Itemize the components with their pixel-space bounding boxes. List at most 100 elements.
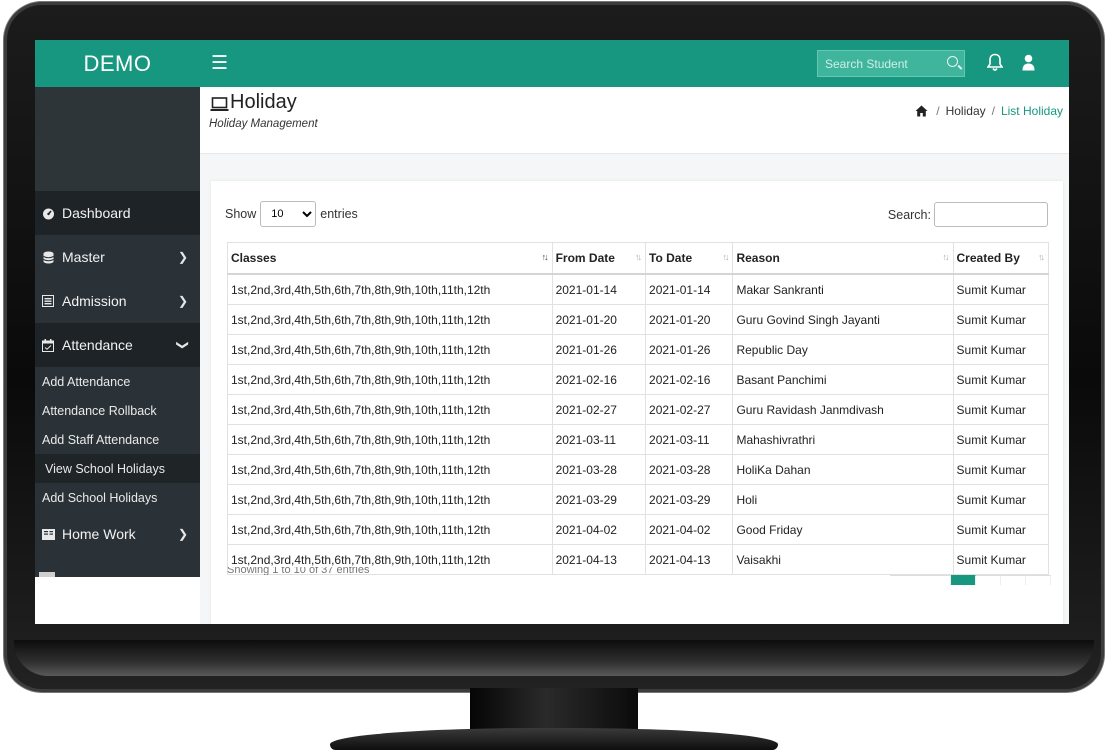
chevron-right-icon: ❯ bbox=[177, 294, 188, 308]
breadcrumb-separator: / bbox=[991, 104, 995, 118]
chevron-right-icon: ❯ bbox=[177, 527, 188, 541]
pagination-next[interactable] bbox=[1026, 575, 1051, 585]
student-search-input[interactable] bbox=[818, 51, 943, 76]
submenu-view-school-holidays[interactable]: View School Holidays bbox=[35, 454, 200, 483]
table-header-row: Classes ↑↓ From Date ↑↓ To Date ↑↓ Reason ↑↓… bbox=[227, 242, 1050, 275]
submenu-add-attendance[interactable]: Add Attendance bbox=[35, 367, 200, 396]
laptop-icon bbox=[210, 95, 229, 111]
cell-to-date: 2021-01-26 bbox=[645, 334, 734, 365]
page-header: Holiday Holiday Management / Holiday / L… bbox=[200, 87, 1069, 154]
cell-created-by: Sumit Kumar bbox=[952, 454, 1050, 485]
book-icon bbox=[41, 527, 55, 541]
column-header-label: From Date bbox=[555, 251, 615, 265]
sort-icon: ↑↓ bbox=[541, 252, 549, 262]
cell-from-date: 2021-02-16 bbox=[551, 364, 647, 395]
home-icon[interactable] bbox=[915, 105, 928, 117]
cell-reason: Holi bbox=[732, 484, 954, 515]
search-icon[interactable] bbox=[947, 56, 958, 67]
cell-created-by: Sumit Kumar bbox=[952, 424, 1050, 455]
cell-reason: Republic Day bbox=[732, 334, 954, 365]
cell-from-date: 2021-02-27 bbox=[551, 394, 647, 425]
page-subtitle: Holiday Management bbox=[209, 118, 318, 130]
column-header-to-date[interactable]: To Date ↑↓ bbox=[645, 242, 734, 275]
cell-to-date: 2021-02-27 bbox=[645, 394, 734, 425]
cell-created-by: Sumit Kumar bbox=[952, 364, 1050, 395]
sidebar-next-item-clipped bbox=[39, 572, 55, 577]
column-header-from-date[interactable]: From Date ↑↓ bbox=[551, 242, 647, 275]
submenu-add-staff-attendance[interactable]: Add Staff Attendance bbox=[35, 425, 200, 454]
cell-reason: HoliKa Dahan bbox=[732, 454, 954, 485]
table-search-input[interactable] bbox=[934, 202, 1048, 227]
cell-created-by: Sumit Kumar bbox=[952, 304, 1050, 335]
sidebar-item-label: Master bbox=[62, 249, 105, 265]
cell-from-date: 2021-04-02 bbox=[551, 514, 647, 545]
breadcrumb-list-holiday: List Holiday bbox=[1000, 104, 1063, 118]
table-row: 1st,2nd,3rd,4th,5th,6th,7th,8th,9th,10th… bbox=[227, 424, 1050, 455]
submenu-add-school-holidays[interactable]: Add School Holidays bbox=[35, 483, 200, 512]
sidebar-item-attendance[interactable]: Attendance ❯ bbox=[35, 323, 200, 367]
breadcrumb: / Holiday / List Holiday bbox=[915, 104, 1063, 118]
pagination-previous[interactable] bbox=[890, 575, 951, 585]
cell-to-date: 2021-03-11 bbox=[645, 424, 734, 455]
search-label: Search: bbox=[887, 207, 931, 222]
form-icon bbox=[41, 294, 55, 308]
sidebar-item-master[interactable]: Master ❯ bbox=[35, 235, 200, 279]
cell-reason: Mahashivrathri bbox=[732, 424, 954, 455]
sidebar-item-dashboard[interactable]: Dashboard bbox=[35, 191, 200, 235]
cell-classes: 1st,2nd,3rd,4th,5th,6th,7th,8th,9th,10th… bbox=[227, 273, 553, 305]
column-header-created-by[interactable]: Created By ↑↓ bbox=[952, 242, 1050, 275]
cell-from-date: 2021-03-11 bbox=[551, 424, 647, 455]
monitor-stand-base bbox=[330, 728, 778, 750]
cell-from-date: 2021-01-14 bbox=[551, 273, 647, 305]
calendar-icon bbox=[41, 338, 55, 352]
sidebar-item-label: Admission bbox=[62, 293, 127, 309]
page-title-text: Holiday bbox=[230, 91, 297, 113]
column-header-label: Classes bbox=[231, 251, 277, 265]
table-info: Showing 1 to 10 of 37 entries bbox=[227, 567, 370, 575]
hamburger-icon[interactable]: ☰ bbox=[211, 52, 228, 75]
topbar: ☰ bbox=[200, 40, 1069, 87]
sidebar-item-admission[interactable]: Admission ❯ bbox=[35, 279, 200, 323]
cell-reason: Vaisakhi bbox=[732, 544, 954, 575]
sidebar-item-home-work[interactable]: Home Work ❯ bbox=[35, 512, 200, 556]
cell-classes: 1st,2nd,3rd,4th,5th,6th,7th,8th,9th,10th… bbox=[227, 514, 553, 545]
cell-reason: Good Friday bbox=[732, 514, 954, 545]
database-icon bbox=[41, 250, 55, 264]
monitor-chin bbox=[14, 640, 1094, 676]
cell-from-date: 2021-03-28 bbox=[551, 454, 647, 485]
table-row: 1st,2nd,3rd,4th,5th,6th,7th,8th,9th,10th… bbox=[227, 364, 1050, 395]
entries-select[interactable]: 10 bbox=[260, 201, 317, 227]
dashboard-icon bbox=[41, 206, 55, 220]
cell-classes: 1st,2nd,3rd,4th,5th,6th,7th,8th,9th,10th… bbox=[227, 454, 553, 485]
column-header-classes[interactable]: Classes ↑↓ bbox=[227, 242, 553, 275]
breadcrumb-holiday[interactable]: Holiday bbox=[946, 104, 986, 118]
monitor-stand-neck bbox=[470, 688, 638, 732]
table-row: 1st,2nd,3rd,4th,5th,6th,7th,8th,9th,10th… bbox=[227, 273, 1050, 305]
brand-logo[interactable]: DEMO bbox=[35, 40, 200, 87]
cell-from-date: 2021-04-13 bbox=[551, 544, 647, 575]
pagination-page[interactable] bbox=[1001, 575, 1026, 585]
column-header-label: Created By bbox=[956, 251, 1020, 265]
pagination bbox=[890, 575, 1051, 585]
table-row: 1st,2nd,3rd,4th,5th,6th,7th,8th,9th,10th… bbox=[227, 304, 1050, 335]
cell-classes: 1st,2nd,3rd,4th,5th,6th,7th,8th,9th,10th… bbox=[227, 334, 553, 365]
table-row: 1st,2nd,3rd,4th,5th,6th,7th,8th,9th,10th… bbox=[227, 454, 1050, 485]
cell-reason: Makar Sankranti bbox=[732, 273, 954, 305]
sidebar-profile-area bbox=[35, 87, 200, 191]
pagination-page-current[interactable] bbox=[951, 575, 976, 585]
cell-created-by: Sumit Kumar bbox=[952, 334, 1050, 365]
submenu-attendance-rollback[interactable]: Attendance Rollback bbox=[35, 396, 200, 425]
sidebar-item-label: Attendance bbox=[62, 337, 133, 353]
cell-created-by: Sumit Kumar bbox=[952, 484, 1050, 515]
bell-icon[interactable] bbox=[986, 53, 1007, 75]
column-header-reason[interactable]: Reason ↑↓ bbox=[732, 242, 954, 275]
pagination-page[interactable] bbox=[976, 575, 1001, 585]
cell-classes: 1st,2nd,3rd,4th,5th,6th,7th,8th,9th,10th… bbox=[227, 304, 553, 335]
cell-classes: 1st,2nd,3rd,4th,5th,6th,7th,8th,9th,10th… bbox=[227, 484, 553, 515]
entries-length-control: Show 10 entries bbox=[225, 201, 358, 227]
user-icon[interactable] bbox=[1022, 54, 1036, 74]
holiday-table: Classes ↑↓ From Date ↑↓ To Date ↑↓ Reason ↑↓… bbox=[227, 242, 1050, 575]
cell-created-by: Sumit Kumar bbox=[952, 514, 1050, 545]
table-row: 1st,2nd,3rd,4th,5th,6th,7th,8th,9th,10th… bbox=[227, 484, 1050, 515]
column-header-label: To Date bbox=[649, 251, 693, 265]
